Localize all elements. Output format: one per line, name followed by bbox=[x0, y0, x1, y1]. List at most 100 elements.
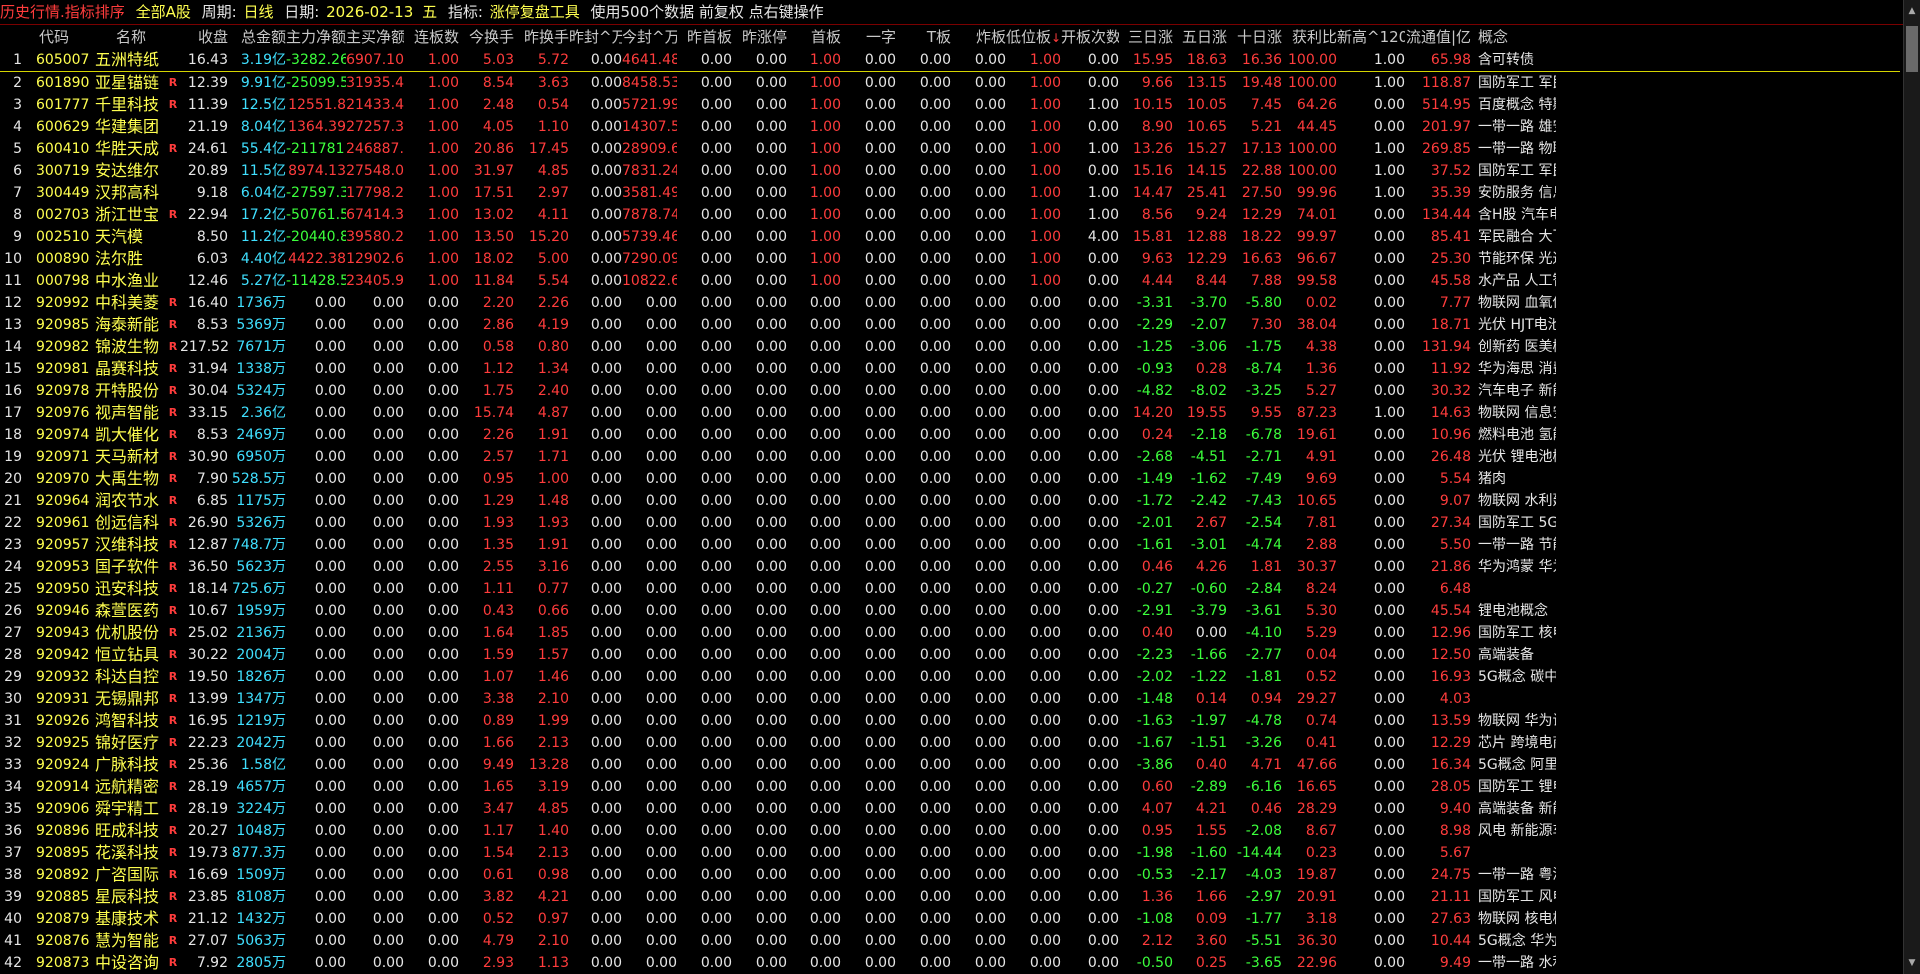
cell-code[interactable]: 920914 bbox=[36, 776, 94, 798]
table-row[interactable]: 24 920953 国子软件 R 36.50 5623万 0.00 0.00 0.00 2.55 3… bbox=[0, 556, 1900, 578]
cell-code[interactable]: 920932 bbox=[36, 666, 94, 688]
column-header-main-net[interactable]: 主力净额 bbox=[286, 26, 346, 48]
cell-code[interactable]: 601777 bbox=[36, 94, 94, 116]
cell-code[interactable]: 920895 bbox=[36, 842, 94, 864]
cell-name[interactable]: 远航精密 bbox=[95, 776, 167, 798]
cell-code[interactable]: 002510 bbox=[36, 226, 94, 248]
cell-name[interactable]: 迅安科技 bbox=[95, 578, 167, 600]
market-filter[interactable]: 全部A股 bbox=[136, 3, 191, 21]
cell-code[interactable]: 920879 bbox=[36, 908, 94, 930]
cell-name[interactable]: 法尔胜 bbox=[95, 248, 167, 270]
cell-code[interactable]: 920876 bbox=[36, 930, 94, 952]
cell-code[interactable]: 300719 bbox=[36, 160, 94, 182]
table-row[interactable]: 15 920981 晶赛科技 R 31.94 1338万 0.00 0.00 0.00 1.12 1… bbox=[0, 358, 1900, 380]
cell-name[interactable]: 慧为智能 bbox=[95, 930, 167, 952]
column-header-yesterday-turnover[interactable]: 昨换手 bbox=[514, 26, 569, 48]
table-row[interactable]: 3 601777 千里科技 R 11.39 12.5亿 12551.8 21433.4 1.00… bbox=[0, 94, 1900, 116]
table-row[interactable]: 19 920971 天马新材 R 30.90 6950万 0.00 0.00 0.00 2.57 1… bbox=[0, 446, 1900, 468]
cell-code[interactable]: 002703 bbox=[36, 204, 94, 226]
cell-code[interactable]: 920925 bbox=[36, 732, 94, 754]
cell-code[interactable]: 000890 bbox=[36, 248, 94, 270]
column-header-one-word-board[interactable]: 一字 bbox=[841, 26, 896, 48]
cell-name[interactable]: 中科美菱 bbox=[95, 292, 167, 314]
column-header-t-board[interactable]: T板 bbox=[896, 26, 951, 48]
table-row[interactable]: 33 920924 广脉科技 R 25.36 1.58亿 0.00 0.00 0.00 9.49 1… bbox=[0, 754, 1900, 776]
column-header-float-cap[interactable]: 流通值|亿 bbox=[1405, 26, 1471, 48]
cell-code[interactable]: 920906 bbox=[36, 798, 94, 820]
cell-code[interactable]: 920974 bbox=[36, 424, 94, 446]
table-row[interactable]: 14 920982 锦波生物 R 217.52 7671万 0.00 0.00 0.00 0.58… bbox=[0, 336, 1900, 358]
cell-code[interactable]: 920978 bbox=[36, 380, 94, 402]
table-row[interactable]: 20 920970 大禹生物 R 7.90 528.5万 0.00 0.00 0.00 0.95 1… bbox=[0, 468, 1900, 490]
cell-code[interactable]: 920957 bbox=[36, 534, 94, 556]
cell-name[interactable]: 天汽模 bbox=[95, 226, 167, 248]
cell-name[interactable]: 广脉科技 bbox=[95, 754, 167, 776]
cell-code[interactable]: 920942 bbox=[36, 644, 94, 666]
table-row[interactable]: 1 605007 五洲特纸 16.43 3.19亿 -3282.26 6907.10 1.00… bbox=[0, 49, 1900, 72]
table-row[interactable]: 10 000890 法尔胜 6.03 4.40亿 4422.38 12902.6 1.00 18… bbox=[0, 248, 1900, 270]
cell-code[interactable]: 920976 bbox=[36, 402, 94, 424]
cell-name[interactable]: 舜宇精工 bbox=[95, 798, 167, 820]
cell-code[interactable]: 920924 bbox=[36, 754, 94, 776]
cell-name[interactable]: 浙江世宝 bbox=[95, 204, 167, 226]
table-row[interactable]: 36 920896 旺成科技 R 20.27 1048万 0.00 0.00 0.00 1.17 1… bbox=[0, 820, 1900, 842]
column-header-code[interactable]: 代码 bbox=[36, 26, 72, 48]
table-row[interactable]: 16 920978 开特股份 R 30.04 5324万 0.00 0.00 0.00 1.75 2… bbox=[0, 380, 1900, 402]
table-row[interactable]: 38 920892 广咨国际 R 16.69 1509万 0.00 0.00 0.00 0.61 0… bbox=[0, 864, 1900, 886]
table-row[interactable]: 13 920985 海泰新能 R 8.53 5369万 0.00 0.00 0.00 2.86 4.… bbox=[0, 314, 1900, 336]
table-row[interactable]: 37 920895 花溪科技 R 19.73 877.3万 0.00 0.00 0.00 1.54… bbox=[0, 842, 1900, 864]
column-header-yesterday-seal[interactable]: 昨封^万 bbox=[569, 26, 622, 48]
cell-name[interactable]: 安达维尔 bbox=[95, 160, 167, 182]
cell-name[interactable]: 星辰科技 bbox=[95, 886, 167, 908]
scrollbar-thumb[interactable] bbox=[1906, 26, 1918, 72]
table-row[interactable]: 11 000798 中水渔业 12.46 5.27亿 -11428.5 23405.9 1.0… bbox=[0, 270, 1900, 292]
table-row[interactable]: 39 920885 星辰科技 R 23.85 8108万 0.00 0.00 0.00 3.82 4… bbox=[0, 886, 1900, 908]
cell-name[interactable]: 五洲特纸 bbox=[95, 49, 167, 71]
table-row[interactable]: 31 920926 鸿智科技 R 16.95 1219万 0.00 0.00 0.00 0.89 1… bbox=[0, 710, 1900, 732]
cell-name[interactable]: 国子软件 bbox=[95, 556, 167, 578]
table-row[interactable]: 6 300719 安达维尔 20.89 11.5亿 8974.13 27548.0 1.00 3… bbox=[0, 160, 1900, 182]
cell-code[interactable]: 920953 bbox=[36, 556, 94, 578]
cell-name[interactable]: 锦好医疗 bbox=[95, 732, 167, 754]
cell-code[interactable]: 600629 bbox=[36, 116, 94, 138]
date-value[interactable]: 2026-02-13 bbox=[326, 3, 413, 21]
scroll-up-arrow-icon[interactable]: ▲ bbox=[1904, 4, 1920, 18]
column-header-yesterday-first-board[interactable]: 昨首板 bbox=[677, 26, 732, 48]
vertical-scrollbar[interactable]: ▲ ▼ bbox=[1903, 0, 1920, 974]
cell-code[interactable]: 920926 bbox=[36, 710, 94, 732]
cell-name[interactable]: 华胜天成 bbox=[95, 138, 167, 160]
column-header-today-seal[interactable]: 今封^万 bbox=[622, 26, 677, 48]
cell-name[interactable]: 大禹生物 bbox=[95, 468, 167, 490]
column-header-low-position-board[interactable]: 低位板↓ bbox=[1006, 26, 1061, 48]
cell-code[interactable]: 300449 bbox=[36, 182, 94, 204]
cell-code[interactable]: 920981 bbox=[36, 358, 94, 380]
view-mode[interactable]: 历史行情.指标排序 bbox=[0, 3, 125, 21]
cell-name[interactable]: 旺成科技 bbox=[95, 820, 167, 842]
table-row[interactable]: 2 601890 亚星锚链 R 12.39 9.91亿 -25099.5 31935.4 1.0… bbox=[0, 72, 1900, 94]
table-row[interactable]: 22 920961 创远信科 R 26.90 5326万 0.00 0.00 0.00 1.93 1… bbox=[0, 512, 1900, 534]
cell-code[interactable]: 600410 bbox=[36, 138, 94, 160]
table-row[interactable]: 17 920976 视声智能 R 33.15 2.36亿 0.00 0.00 0.00 15.74… bbox=[0, 402, 1900, 424]
cell-name[interactable]: 优机股份 bbox=[95, 622, 167, 644]
table-row[interactable]: 27 920943 优机股份 R 25.02 2136万 0.00 0.00 0.00 1.64 1… bbox=[0, 622, 1900, 644]
cell-code[interactable]: 920971 bbox=[36, 446, 94, 468]
table-row[interactable]: 28 920942 恒立钻具 R 30.22 2004万 0.00 0.00 0.00 1.59 1… bbox=[0, 644, 1900, 666]
cell-code[interactable]: 920946 bbox=[36, 600, 94, 622]
cell-code[interactable]: 000798 bbox=[36, 270, 94, 292]
cell-name[interactable]: 无锡鼎邦 bbox=[95, 688, 167, 710]
cell-name[interactable]: 森萱医药 bbox=[95, 600, 167, 622]
cell-name[interactable]: 汉维科技 bbox=[95, 534, 167, 556]
table-row[interactable]: 7 300449 汉邦高科 9.18 6.04亿 -27597.3 17798.2 1.00 1… bbox=[0, 182, 1900, 204]
period-value[interactable]: 日线 bbox=[243, 3, 273, 21]
cell-code[interactable]: 920885 bbox=[36, 886, 94, 908]
indicator-value[interactable]: 涨停复盘工具 bbox=[490, 3, 580, 21]
cell-name[interactable]: 科达自控 bbox=[95, 666, 167, 688]
column-header-today-turnover[interactable]: 今换手 bbox=[459, 26, 514, 48]
cell-name[interactable]: 中设咨询 bbox=[95, 952, 167, 974]
cell-code[interactable]: 920970 bbox=[36, 468, 94, 490]
cell-code[interactable]: 920943 bbox=[36, 622, 94, 644]
cell-name[interactable]: 润农节水 bbox=[95, 490, 167, 512]
table-row[interactable]: 8 002703 浙江世宝 R 22.94 17.2亿 -50761.5 67414.3 1.0… bbox=[0, 204, 1900, 226]
cell-name[interactable]: 亚星锚链 bbox=[95, 72, 167, 94]
table-row[interactable]: 29 920932 科达自控 R 19.50 1826万 0.00 0.00 0.00 1.07 1… bbox=[0, 666, 1900, 688]
